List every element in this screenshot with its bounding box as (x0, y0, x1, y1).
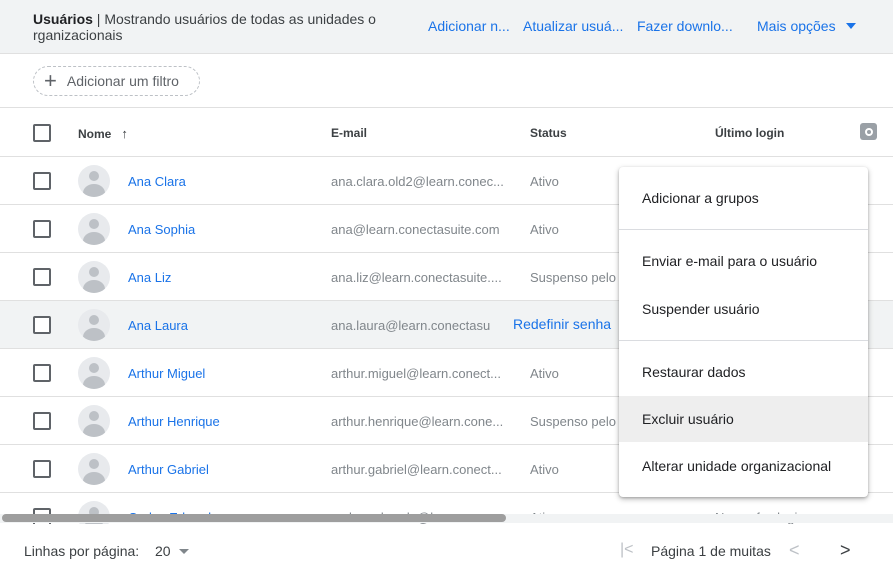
menu-item-delete-user[interactable]: Excluir usuário (619, 396, 868, 442)
page-indicator: Página 1 de muitas (651, 543, 771, 559)
avatar-head (89, 411, 99, 421)
avatar-body (83, 232, 105, 245)
add-filter-label: Adicionar um filtro (66, 73, 179, 89)
avatar (78, 261, 110, 293)
avatar-body (83, 280, 105, 293)
avatar-head (89, 267, 99, 277)
plus-icon: + (44, 68, 57, 93)
reset-password-link[interactable]: Redefinir senha (513, 316, 611, 332)
user-name-link[interactable]: Arthur Gabriel (128, 462, 209, 477)
column-header-email[interactable]: E-mail (331, 126, 367, 140)
user-name-link[interactable]: Arthur Miguel (128, 366, 205, 381)
user-status: Suspenso pelo a (530, 414, 627, 429)
page-title: Usuários | Mostrando usuários de todas a… (33, 11, 403, 43)
page-title-bold: Usuários (33, 11, 93, 27)
user-name-link[interactable]: Ana Laura (128, 318, 188, 333)
avatar-head (89, 459, 99, 469)
rows-per-page-value: 20 (155, 543, 171, 559)
row-checkbox[interactable] (33, 364, 51, 382)
avatar-body (83, 328, 105, 341)
column-header-status[interactable]: Status (530, 126, 567, 140)
menu-divider (619, 229, 868, 230)
avatar (78, 213, 110, 245)
menu-item-add-to-groups[interactable]: Adicionar a grupos (619, 175, 868, 221)
user-name-link[interactable]: Ana Sophia (128, 222, 195, 237)
add-users-button[interactable]: Adicionar n... (428, 18, 510, 34)
row-checkbox[interactable] (33, 460, 51, 478)
select-all-checkbox[interactable] (33, 124, 51, 142)
table-header: Nome ↑ E-mail Status Último login (0, 109, 893, 157)
more-options-button[interactable]: Mais opções (757, 18, 856, 34)
first-page-icon[interactable]: |< (620, 541, 634, 559)
filter-bar: + Adicionar um filtro (0, 55, 893, 108)
download-button[interactable]: Fazer downlo... (637, 18, 733, 34)
dropdown-caret-icon (845, 23, 856, 29)
avatar-body (83, 184, 105, 197)
horizontal-scrollbar-thumb[interactable] (2, 514, 506, 522)
row-checkbox[interactable] (33, 412, 51, 430)
user-name-link[interactable]: Arthur Henrique (128, 414, 220, 429)
avatar (78, 357, 110, 389)
avatar (78, 309, 110, 341)
avatar (78, 453, 110, 485)
column-header-name-label: Nome (78, 127, 112, 141)
add-filter-button[interactable]: + Adicionar um filtro (33, 66, 200, 96)
user-email: arthur.miguel@learn.conect... (331, 366, 502, 381)
more-options-label: Mais opções (757, 18, 836, 34)
menu-divider (619, 340, 868, 341)
user-name-link[interactable]: Ana Liz (128, 270, 171, 285)
pagination-footer: Linhas por página: 20 |< Página 1 de mui… (0, 524, 893, 576)
user-name-link[interactable]: Ana Clara (128, 174, 186, 189)
user-status: Ativo (530, 462, 559, 477)
row-checkbox[interactable] (33, 220, 51, 238)
update-users-button[interactable]: Atualizar usuá... (523, 18, 623, 34)
user-status: Ativo (530, 174, 559, 189)
avatar-body (83, 424, 105, 437)
user-email: arthur.gabriel@learn.conect... (331, 462, 502, 477)
rows-per-page-select[interactable]: 20 (155, 543, 189, 559)
menu-item-change-org-unit[interactable]: Alterar unidade organizacional (619, 443, 868, 489)
next-page-icon[interactable]: > (840, 540, 851, 561)
menu-item-restore-data[interactable]: Restaurar dados (619, 349, 868, 395)
user-email: ana.laura@learn.conectasu (331, 318, 491, 333)
column-header-name[interactable]: Nome ↑ (78, 126, 128, 141)
previous-page-icon[interactable]: < (789, 540, 800, 561)
avatar (78, 405, 110, 437)
row-checkbox[interactable] (33, 172, 51, 190)
menu-item-send-email[interactable]: Enviar e-mail para o usuário (619, 238, 868, 284)
column-settings-gear-icon[interactable] (860, 123, 877, 140)
more-options-menu: Adicionar a grupos Enviar e-mail para o … (619, 167, 868, 497)
user-email: ana@learn.conectasuite.com (331, 222, 500, 237)
row-checkbox[interactable] (33, 316, 51, 334)
avatar-head (89, 363, 99, 373)
user-status: Ativo (530, 222, 559, 237)
row-checkbox[interactable] (33, 268, 51, 286)
menu-item-suspend-user[interactable]: Suspender usuário (619, 286, 868, 332)
avatar-head (89, 171, 99, 181)
user-status: Ativo (530, 366, 559, 381)
user-email: arthur.henrique@learn.cone... (331, 414, 504, 429)
column-header-last-login[interactable]: Último login (715, 126, 784, 140)
avatar (78, 165, 110, 197)
user-status: Suspenso pelo a (530, 270, 627, 285)
gear-icon-center (864, 127, 873, 136)
avatar-head (89, 315, 99, 325)
sort-ascending-icon: ↑ (121, 126, 128, 141)
rows-per-page-label: Linhas por página: (24, 543, 140, 559)
avatar-body (83, 472, 105, 485)
avatar-head (89, 219, 99, 229)
user-email: ana.liz@learn.conectasuite.... (331, 270, 502, 285)
page-header: Usuários | Mostrando usuários de todas a… (0, 0, 893, 54)
avatar-body (83, 376, 105, 389)
chevron-down-icon (178, 549, 189, 554)
user-email: ana.clara.old2@learn.conec... (331, 174, 504, 189)
